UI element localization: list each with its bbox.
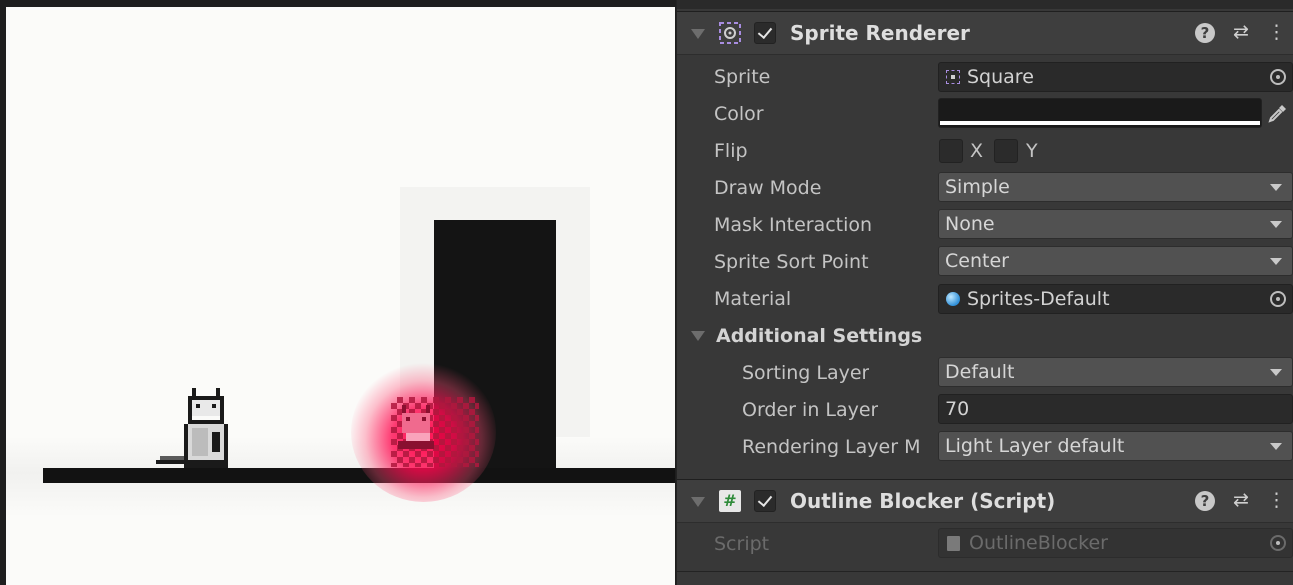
sorting-layer-value: Default xyxy=(945,361,1015,383)
outline-blocker-header[interactable]: # Outline Blocker (Script) ? ⇄ ⋮ xyxy=(677,479,1293,523)
flip-y-label: Y xyxy=(1026,140,1038,162)
eyedropper-icon[interactable] xyxy=(1266,101,1290,125)
sprite-label: Sprite xyxy=(714,66,771,88)
sprite-sort-point-value: Center xyxy=(945,250,1009,272)
scene-view[interactable] xyxy=(6,7,675,585)
order-in-layer-input[interactable]: 70 xyxy=(938,394,1293,424)
editor-root: Sprite Renderer ? ⇄ ⋮ Sprite Square Colo… xyxy=(0,0,1293,585)
material-asset-icon xyxy=(946,292,960,306)
color-swatch xyxy=(940,121,1260,125)
help-icon[interactable]: ? xyxy=(1195,491,1215,511)
chevron-down-icon xyxy=(1270,369,1282,376)
script-component-icon: # xyxy=(719,490,741,512)
mask-interaction-dropdown[interactable]: None xyxy=(938,209,1293,239)
inspector-bottom-divider xyxy=(677,571,1293,572)
sprite-sort-point-dropdown[interactable]: Center xyxy=(938,246,1293,276)
inspector-top-border xyxy=(677,0,1293,9)
outline-blocker-title: Outline Blocker (Script) xyxy=(790,489,1056,513)
player-face-sprite xyxy=(398,405,442,449)
color-field[interactable] xyxy=(938,98,1262,128)
rendering-layer-mask-value: Light Layer default xyxy=(945,435,1125,457)
sprite-renderer-component-icon xyxy=(718,21,742,45)
sprite-object-picker-icon[interactable] xyxy=(1270,69,1286,85)
script-label: Script xyxy=(714,533,770,555)
component-menu-icon[interactable]: ⋮ xyxy=(1267,489,1286,511)
chevron-down-icon xyxy=(1270,184,1282,191)
sprite-sort-point-label: Sprite Sort Point xyxy=(714,251,869,273)
flip-x-checkbox[interactable] xyxy=(939,139,963,163)
mask-interaction-label: Mask Interaction xyxy=(714,214,873,236)
material-field[interactable]: Sprites-Default xyxy=(938,284,1293,314)
script-asset-icon xyxy=(947,536,960,551)
chevron-down-icon xyxy=(1270,221,1282,228)
script-object-picker-icon xyxy=(1270,535,1286,551)
sprite-value: Square xyxy=(967,66,1034,88)
sorting-layer-dropdown[interactable]: Default xyxy=(938,357,1293,387)
additional-settings-foldout-icon[interactable] xyxy=(691,331,705,341)
presets-icon[interactable]: ⇄ xyxy=(1230,21,1252,43)
player-face-graphic xyxy=(398,405,434,449)
cat-sprite[interactable] xyxy=(156,387,240,469)
sprite-renderer-enabled-checkbox[interactable] xyxy=(754,22,776,44)
flip-x-label: X xyxy=(970,140,984,162)
sprite-renderer-header[interactable]: Sprite Renderer ? ⇄ ⋮ xyxy=(677,11,1293,55)
script-field: OutlineBlocker xyxy=(938,528,1293,558)
mask-interaction-value: None xyxy=(945,213,995,235)
sprite-renderer-title: Sprite Renderer xyxy=(790,21,970,45)
chevron-down-icon xyxy=(1270,443,1282,450)
order-in-layer-label: Order in Layer xyxy=(742,399,879,421)
presets-icon[interactable]: ⇄ xyxy=(1230,489,1252,511)
flip-label: Flip xyxy=(714,140,748,162)
material-object-picker-icon[interactable] xyxy=(1270,291,1286,307)
script-value: OutlineBlocker xyxy=(969,532,1108,554)
outline-blocker-foldout-icon[interactable] xyxy=(691,497,705,507)
rendering-layer-mask-dropdown[interactable]: Light Layer default xyxy=(938,431,1293,461)
draw-mode-dropdown[interactable]: Simple xyxy=(938,172,1293,202)
material-label: Material xyxy=(714,288,792,310)
sprite-field[interactable]: Square xyxy=(938,62,1293,92)
rendering-layer-mask-label: Rendering Layer M xyxy=(742,436,921,458)
order-in-layer-value: 70 xyxy=(945,398,970,420)
outline-blocker-enabled-checkbox[interactable] xyxy=(754,490,776,512)
flip-y-checkbox[interactable] xyxy=(994,139,1018,163)
sprite-asset-icon xyxy=(946,70,960,84)
chevron-down-icon xyxy=(1270,258,1282,265)
additional-settings-title[interactable]: Additional Settings xyxy=(716,321,922,351)
draw-mode-value: Simple xyxy=(945,176,1010,198)
floor-platform[interactable] xyxy=(43,468,675,483)
material-value: Sprites-Default xyxy=(967,288,1110,310)
sprite-renderer-foldout-icon[interactable] xyxy=(691,29,705,39)
sprite-renderer-component-graphic xyxy=(719,22,741,44)
draw-mode-label: Draw Mode xyxy=(714,177,822,199)
help-icon[interactable]: ? xyxy=(1195,23,1215,43)
component-menu-icon[interactable]: ⋮ xyxy=(1267,21,1286,43)
color-label: Color xyxy=(714,103,764,125)
sorting-layer-label: Sorting Layer xyxy=(742,362,870,384)
eyedropper-graphic xyxy=(1268,105,1286,123)
cat-sprite-graphic xyxy=(156,388,228,468)
